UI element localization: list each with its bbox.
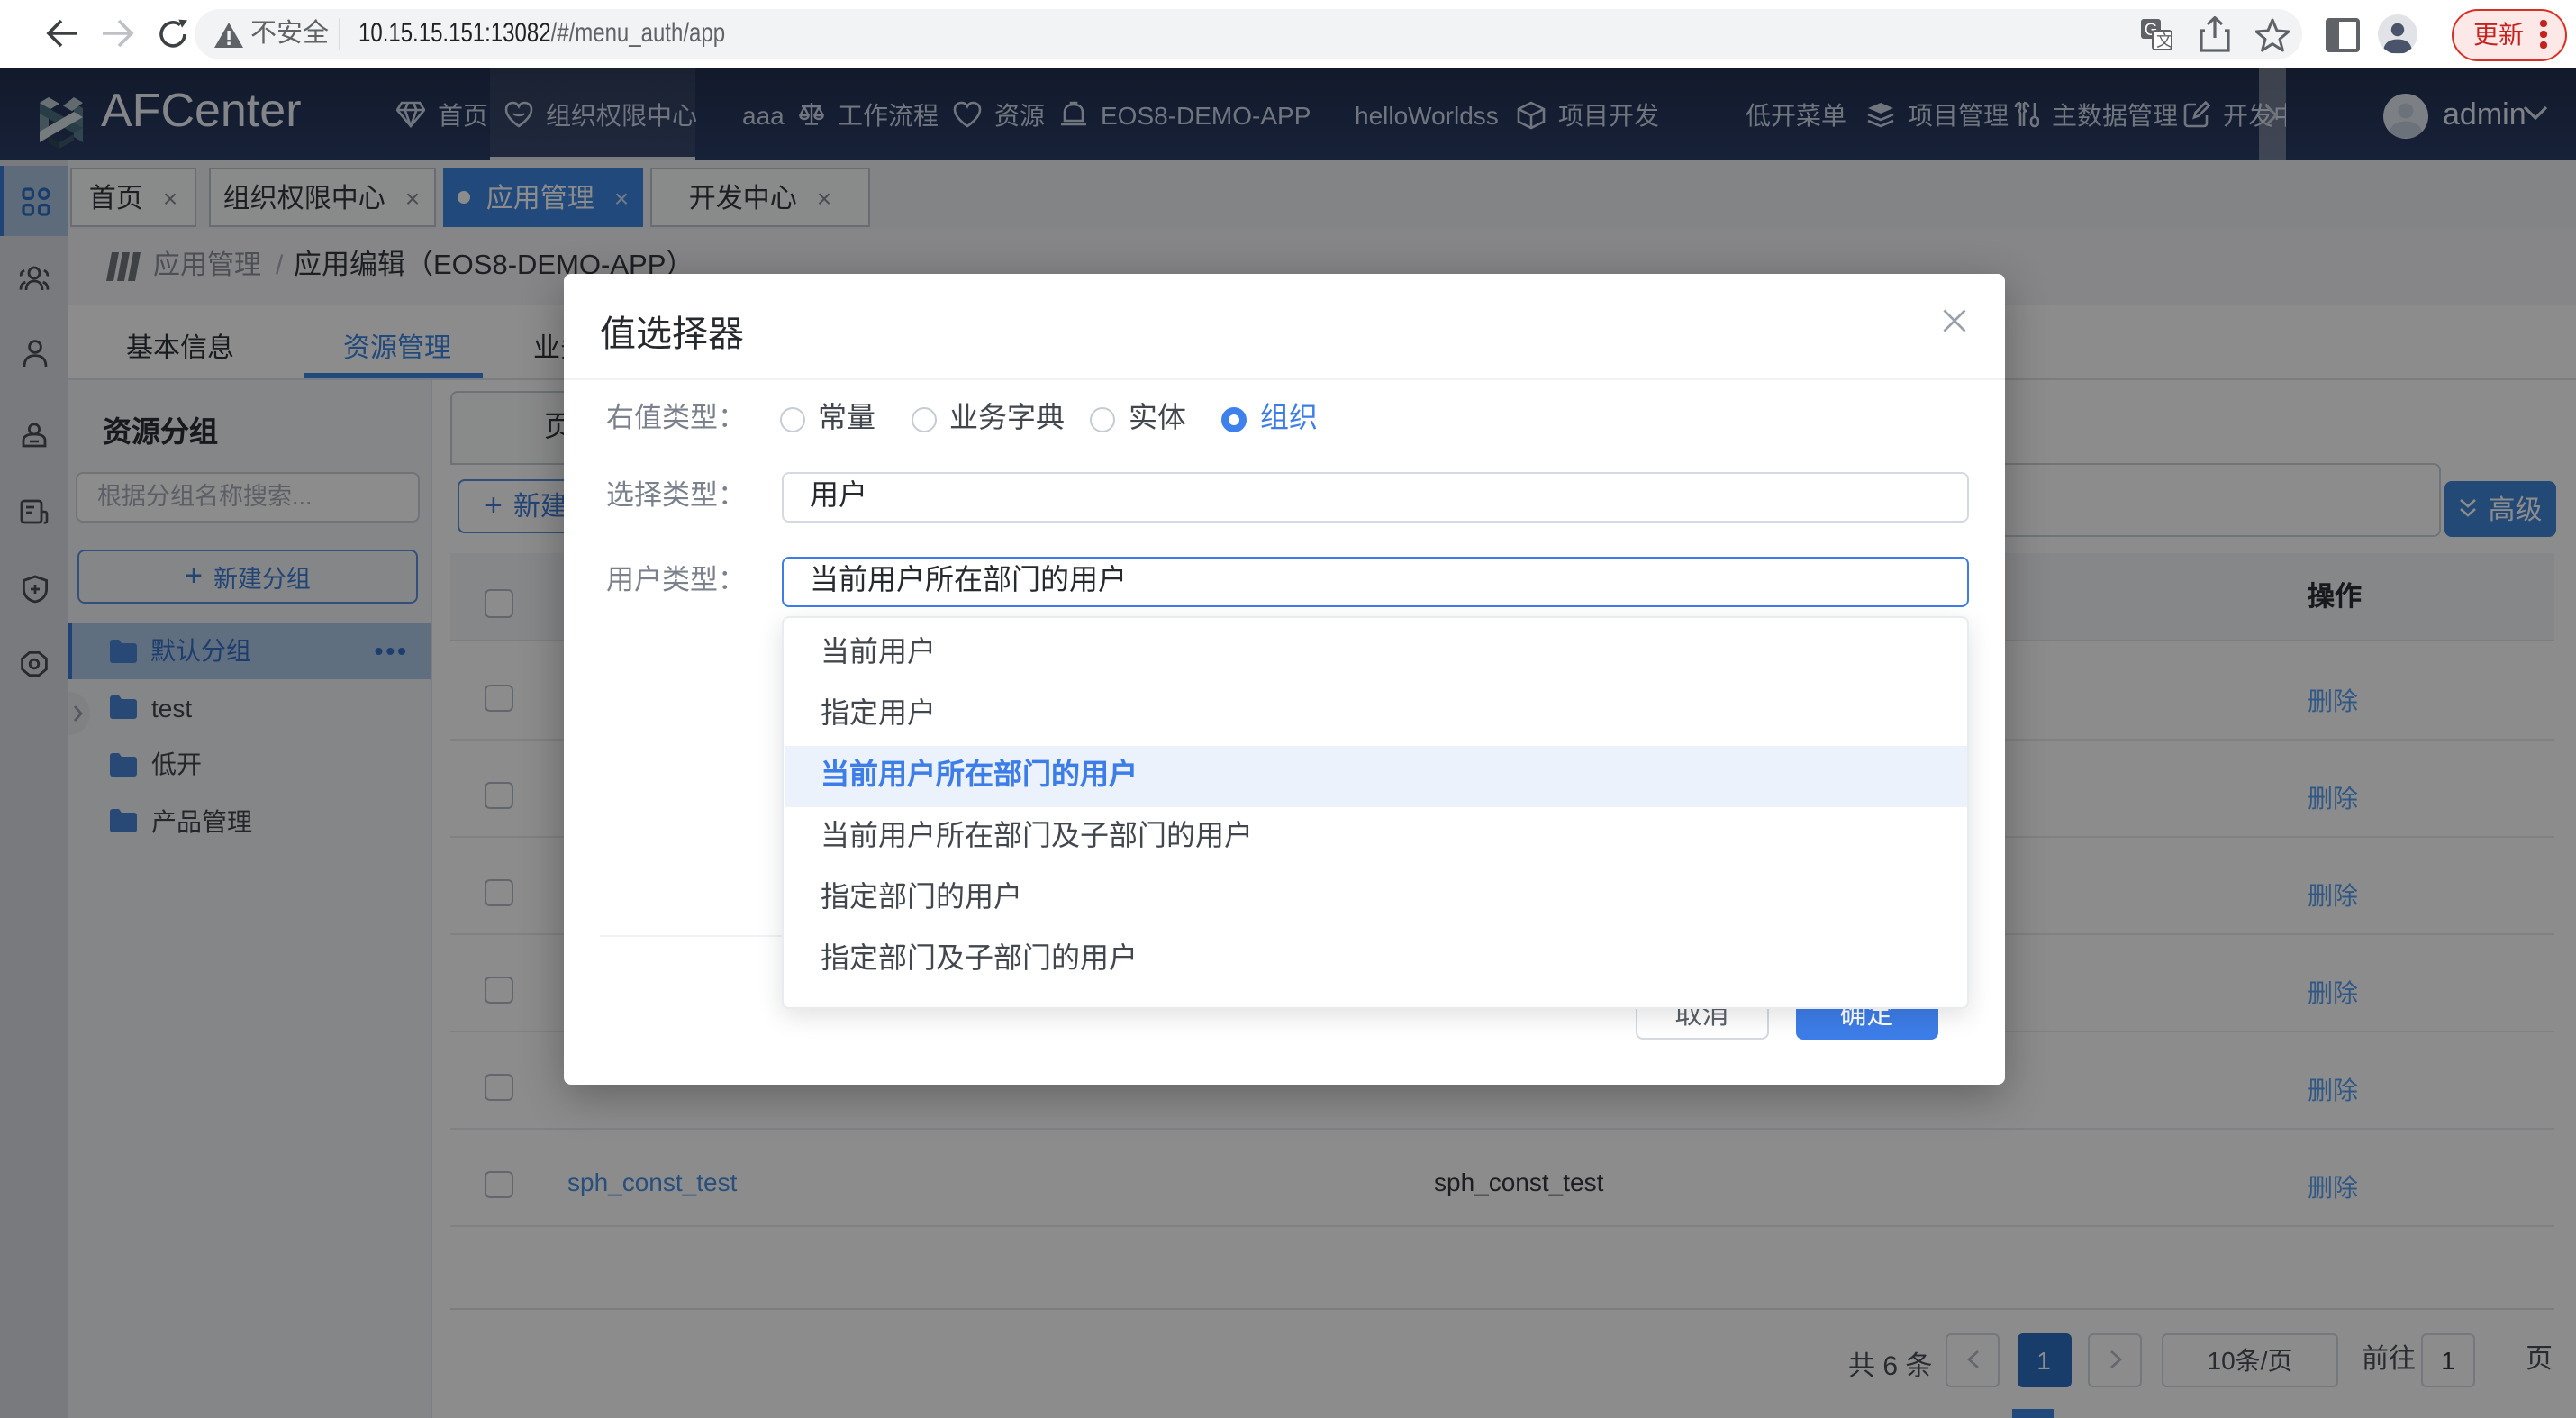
svg-text:文: 文 [2156,32,2172,50]
